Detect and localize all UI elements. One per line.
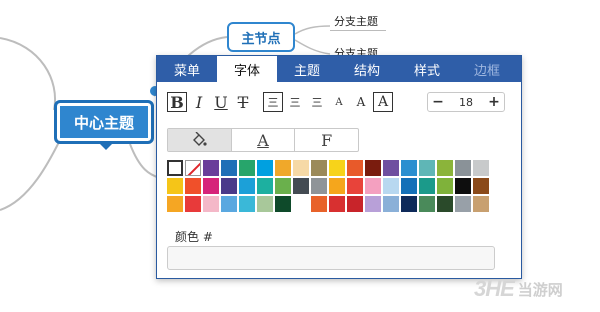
tab-theme[interactable]: 主题 xyxy=(277,56,337,82)
sub-line-1 xyxy=(294,25,331,35)
color-swatch[interactable] xyxy=(221,178,237,194)
color-swatch[interactable] xyxy=(473,160,489,176)
color-swatch[interactable] xyxy=(185,178,201,194)
case-boxed-button[interactable]: A xyxy=(373,92,393,112)
subtopic-underline-1 xyxy=(330,30,386,31)
main-node[interactable]: 主节点 xyxy=(227,22,295,52)
color-swatch[interactable] xyxy=(473,196,489,212)
color-swatch[interactable] xyxy=(419,160,435,176)
color-swatch[interactable] xyxy=(275,160,291,176)
align-right-button[interactable]: 三 xyxy=(307,92,327,112)
color-swatch[interactable] xyxy=(365,160,381,176)
color-swatch[interactable] xyxy=(293,178,309,194)
color-swatch[interactable] xyxy=(275,178,291,194)
color-swatch[interactable] xyxy=(455,196,471,212)
color-swatch[interactable] xyxy=(329,178,345,194)
watermark-logo: 3HE xyxy=(474,276,515,301)
central-topic-pointer xyxy=(100,144,112,150)
central-topic-node[interactable]: 中心主题 xyxy=(54,100,154,144)
font-toolbar: B I U T 三 三 三 A A A xyxy=(167,92,393,112)
color-swatch[interactable] xyxy=(167,178,183,194)
font-size-increase-button[interactable]: + xyxy=(484,93,504,111)
strikethrough-button[interactable]: T xyxy=(233,92,253,112)
color-swatch[interactable] xyxy=(167,196,183,212)
color-swatch[interactable] xyxy=(383,160,399,176)
branch-line-1 xyxy=(0,37,56,111)
color-palette xyxy=(167,160,489,212)
tab-font[interactable]: 字体 xyxy=(217,56,277,82)
color-swatch[interactable] xyxy=(365,196,381,212)
tab-menu[interactable]: 菜单 xyxy=(157,56,217,82)
font-size-value[interactable]: 18 xyxy=(448,96,484,109)
text-color-tab[interactable]: A xyxy=(232,129,296,151)
panel-tabs: 菜单 字体 主题 结构 样式 边框 xyxy=(157,56,521,82)
style-mode-tabs: A F xyxy=(167,128,359,152)
case-small-button[interactable]: A xyxy=(329,92,349,112)
bold-button[interactable]: B xyxy=(167,92,187,112)
color-swatch[interactable] xyxy=(383,196,399,212)
color-swatch[interactable] xyxy=(365,178,381,194)
color-swatch[interactable] xyxy=(401,196,417,212)
color-swatch[interactable] xyxy=(203,196,219,212)
tab-border[interactable]: 边框 xyxy=(457,56,517,82)
selected-color-swatch[interactable] xyxy=(167,160,183,176)
align-center-button[interactable]: 三 xyxy=(285,92,305,112)
color-swatch[interactable] xyxy=(311,196,327,212)
font-family-tab[interactable]: F xyxy=(295,129,358,151)
color-hex-label: 颜色 # xyxy=(175,230,213,244)
color-swatch[interactable] xyxy=(239,196,255,212)
color-swatch[interactable] xyxy=(239,160,255,176)
empty-swatch xyxy=(293,196,309,212)
color-swatch[interactable] xyxy=(347,160,363,176)
color-swatch[interactable] xyxy=(383,178,399,194)
tab-structure[interactable]: 结构 xyxy=(337,56,397,82)
watermark: 3HE 当游网 xyxy=(474,276,563,302)
color-swatch[interactable] xyxy=(437,196,453,212)
color-swatch[interactable] xyxy=(311,160,327,176)
underline-button[interactable]: U xyxy=(211,92,231,112)
fill-mode-tab[interactable] xyxy=(168,129,232,151)
color-swatch[interactable] xyxy=(221,196,237,212)
color-swatch[interactable] xyxy=(257,196,273,212)
align-left-button[interactable]: 三 xyxy=(263,92,283,112)
font-size-decrease-button[interactable]: − xyxy=(428,93,448,111)
color-swatch[interactable] xyxy=(239,178,255,194)
color-swatch[interactable] xyxy=(329,160,345,176)
color-swatch[interactable] xyxy=(419,196,435,212)
color-swatch[interactable] xyxy=(401,160,417,176)
branch-line-2 xyxy=(0,139,61,211)
color-swatch[interactable] xyxy=(329,196,345,212)
subtopic-node-1[interactable]: 分支主题 xyxy=(334,13,378,29)
color-swatch[interactable] xyxy=(257,160,273,176)
color-swatch[interactable] xyxy=(203,178,219,194)
color-swatch[interactable] xyxy=(473,178,489,194)
no-color-swatch[interactable] xyxy=(185,160,201,176)
color-swatch[interactable] xyxy=(347,178,363,194)
color-swatch[interactable] xyxy=(347,196,363,212)
color-swatch[interactable] xyxy=(275,196,291,212)
color-swatch[interactable] xyxy=(293,160,309,176)
watermark-text: 当游网 xyxy=(517,281,563,299)
color-swatch[interactable] xyxy=(257,178,273,194)
color-swatch[interactable] xyxy=(203,160,219,176)
color-swatch[interactable] xyxy=(437,178,453,194)
color-swatch[interactable] xyxy=(437,160,453,176)
sub-line-2 xyxy=(294,39,331,55)
paint-bucket-icon xyxy=(193,132,207,146)
color-swatch[interactable] xyxy=(455,160,471,176)
tab-style[interactable]: 样式 xyxy=(397,56,457,82)
color-hex-input[interactable] xyxy=(167,246,495,270)
color-swatch[interactable] xyxy=(185,196,201,212)
color-swatch[interactable] xyxy=(311,178,327,194)
format-panel: 菜单 字体 主题 结构 样式 边框 B I U T 三 三 三 A A A − … xyxy=(156,55,522,279)
color-swatch[interactable] xyxy=(401,178,417,194)
color-swatch[interactable] xyxy=(455,178,471,194)
italic-button[interactable]: I xyxy=(189,92,209,112)
case-normal-button[interactable]: A xyxy=(351,92,371,112)
color-swatch[interactable] xyxy=(221,160,237,176)
color-swatch[interactable] xyxy=(419,178,435,194)
font-size-stepper[interactable]: − 18 + xyxy=(427,92,505,112)
